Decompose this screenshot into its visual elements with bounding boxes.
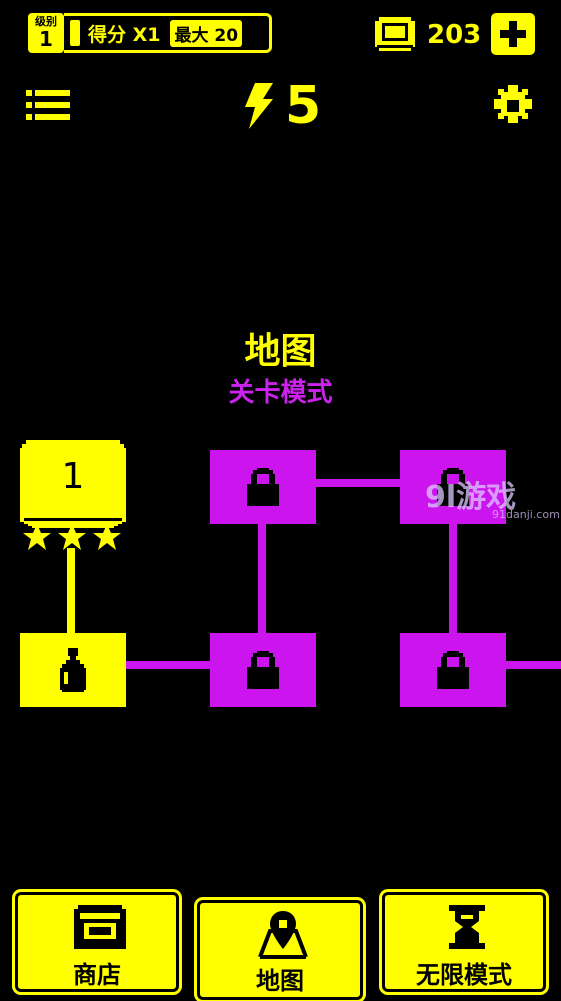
level-number: 1 — [61, 456, 85, 497]
path-connector — [449, 524, 457, 634]
score-multiplier-box: 得分 X1 最大 20 — [64, 13, 272, 53]
path-connector — [67, 548, 75, 634]
lock-icon — [247, 651, 279, 689]
nav-endless-button[interactable]: 无限模式 — [379, 889, 549, 995]
hourglass-icon — [449, 905, 485, 949]
path-connector — [258, 524, 266, 634]
mode-subtitle: 关卡模式 — [228, 378, 333, 408]
lightning-icon — [245, 83, 273, 129]
battery-icon — [70, 20, 80, 46]
path-connector — [126, 661, 210, 669]
nav-map-label: 地图 — [256, 967, 304, 995]
menu-icon[interactable] — [26, 88, 72, 122]
nav-endless-label: 无限模式 — [416, 961, 512, 989]
watermark-domain: 91danji.com — [492, 508, 560, 521]
nav-shop-label: 商店 — [73, 961, 121, 989]
lock-icon — [247, 468, 279, 506]
level-tile-locked[interactable] — [210, 450, 316, 524]
level-tile-locked[interactable] — [210, 633, 316, 707]
gear-icon[interactable] — [490, 83, 536, 129]
level-tile-1[interactable]: 1 — [20, 440, 126, 528]
level-indicator: 级别 1 — [28, 13, 64, 53]
path-connector — [506, 661, 561, 669]
max-score: 最大 20 — [170, 19, 243, 47]
star-icon — [92, 524, 121, 550]
star-icon — [23, 524, 52, 550]
star-icon — [57, 524, 86, 550]
page-title: 地图 — [244, 331, 317, 372]
path-connector — [316, 479, 400, 487]
coin-count: 203 — [427, 20, 482, 50]
shop-icon — [74, 905, 126, 949]
level-tile-locked[interactable] — [400, 633, 506, 707]
bottle-icon — [60, 648, 86, 692]
lock-icon — [437, 651, 469, 689]
nav-map-button[interactable]: 地图 — [194, 897, 366, 1001]
plus-icon — [500, 21, 526, 47]
score-multiplier: 得分 X1 — [88, 23, 161, 46]
nav-shop-button[interactable]: 商店 — [12, 889, 182, 995]
level-value: 1 — [39, 27, 53, 51]
item-tile-bottle[interactable] — [20, 633, 126, 707]
add-coins-button[interactable] — [491, 13, 535, 55]
energy-value: 5 — [285, 76, 322, 136]
energy-counter: 5 — [243, 78, 321, 134]
level-stars — [20, 524, 124, 550]
coin-icon — [375, 17, 415, 51]
map-pin-icon — [258, 911, 308, 959]
